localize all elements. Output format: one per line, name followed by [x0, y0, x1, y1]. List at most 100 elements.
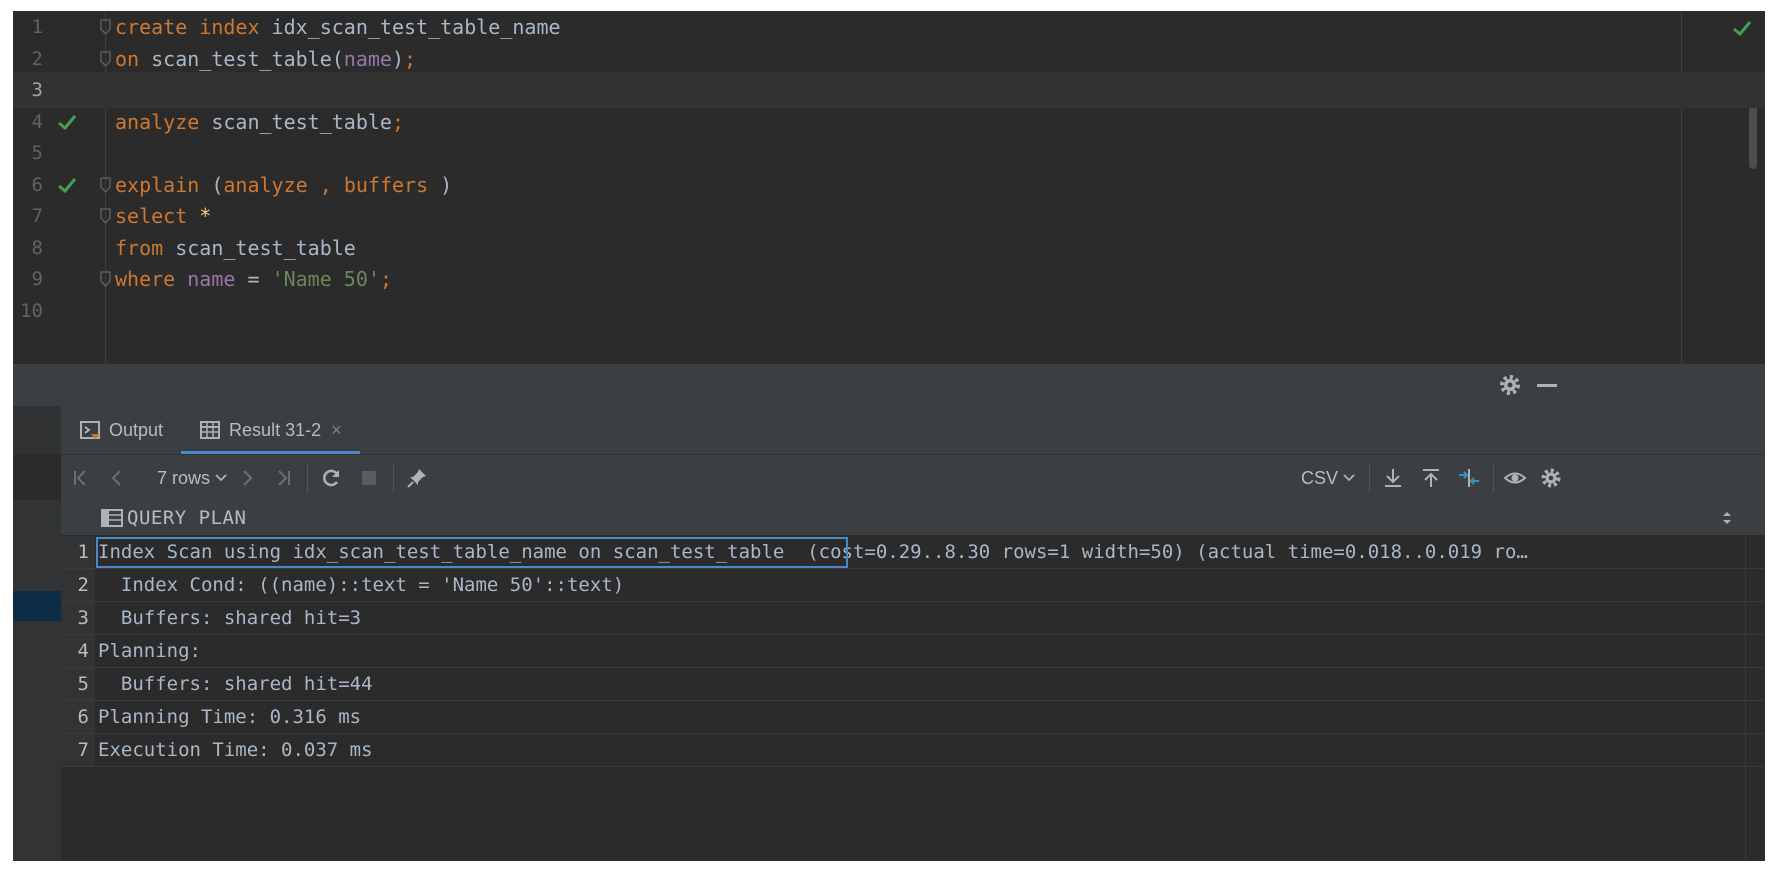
export-format: CSV — [1301, 467, 1339, 488]
next-page-icon[interactable] — [235, 466, 259, 490]
query-plan-cell[interactable]: Index Cond: ((name)::text = 'Name 50'::t… — [98, 569, 1738, 601]
table-row[interactable]: 4 Planning: — [61, 635, 1765, 668]
rows-dropdown[interactable]: 7 rows — [157, 455, 227, 501]
services-tool-window-header: Output Result 31-2 × — [13, 364, 1765, 454]
table-row[interactable]: 3 Buffers: shared hit=3 — [61, 602, 1765, 635]
code-token: name — [187, 267, 236, 291]
result-toolbar: 7 rows CSV — [61, 454, 1765, 500]
toolbar-separator — [393, 463, 394, 493]
table-row[interactable]: 7 Execution Time: 0.037 ms — [61, 734, 1765, 767]
column-header-query-plan[interactable]: QUERY PLAN — [127, 500, 246, 536]
line-number: 10 — [20, 299, 43, 322]
code-token: analyze — [223, 172, 308, 197]
query-plan-cell[interactable]: Execution Time: 0.037 ms — [98, 734, 1738, 766]
check-icon — [58, 177, 77, 193]
code-token: scan_test_table( — [139, 46, 344, 71]
query-plan-cell[interactable]: Planning Time: 0.316 ms — [98, 701, 1738, 733]
table-row[interactable]: 1 Index Scan using idx_scan_test_table_na… — [61, 536, 1765, 569]
cell-selection-highlight — [96, 537, 848, 568]
console-icon — [80, 421, 100, 439]
grid-column-border — [1745, 536, 1746, 861]
row-number[interactable]: 3 — [61, 602, 95, 634]
rows-count: 7 rows — [157, 467, 211, 488]
code-line[interactable]: 10 — [13, 293, 1765, 329]
row-number[interactable]: 6 — [61, 701, 95, 733]
pin-icon[interactable] — [405, 466, 429, 490]
row-number[interactable]: 4 — [61, 635, 95, 667]
code-token: select — [115, 204, 188, 228]
table-row[interactable]: 2 Index Cond: ((name)::text = 'Name 50':… — [61, 569, 1765, 602]
export-format-dropdown[interactable]: CSV — [1301, 455, 1355, 501]
refresh-icon[interactable] — [319, 466, 343, 490]
query-plan-cell[interactable]: Buffers: shared hit=3 — [98, 602, 1738, 634]
sql-editor[interactable]: 1 create index idx_scan_test_table_name 2 o… — [13, 11, 1765, 364]
fold-marker-icon[interactable] — [99, 18, 112, 36]
code-token: explain — [115, 172, 200, 197]
settings-gear-icon[interactable] — [1539, 466, 1563, 490]
fold-marker-icon[interactable] — [99, 176, 112, 194]
sort-icon[interactable] — [1721, 510, 1733, 526]
fold-marker-icon[interactable] — [99, 207, 112, 225]
code-token: ; — [404, 46, 417, 71]
view-icon[interactable] — [1503, 466, 1527, 490]
code-token: create — [115, 15, 188, 39]
row-number[interactable]: 1 — [61, 536, 95, 568]
code-token: analyze — [115, 109, 200, 134]
code-token: ( — [199, 172, 224, 197]
minimize-icon[interactable] — [1537, 384, 1557, 387]
tab-output-label: Output — [109, 419, 164, 440]
code-token: buffers — [343, 172, 429, 197]
code-token: on — [115, 46, 140, 71]
gear-icon[interactable] — [1497, 372, 1523, 398]
download-icon[interactable] — [1381, 466, 1405, 490]
tab-result-label: Result 31-2 — [229, 419, 322, 440]
grid-left-marker — [13, 591, 61, 621]
code-token: ; — [379, 267, 392, 291]
code-token: ) — [428, 172, 453, 197]
fold-marker-icon[interactable] — [99, 50, 112, 68]
chevron-down-icon — [215, 474, 227, 482]
last-page-icon[interactable] — [271, 466, 295, 490]
tab-result[interactable]: Result 31-2 × — [181, 406, 360, 454]
first-page-icon[interactable] — [69, 466, 93, 490]
table-row[interactable]: 6 Planning Time: 0.316 ms — [61, 701, 1765, 734]
query-plan-cell[interactable]: Planning: — [98, 635, 1738, 667]
toolbar-separator — [307, 463, 308, 493]
result-tabs: Output Result 31-2 × — [61, 406, 360, 454]
tab-output[interactable]: Output — [61, 406, 181, 454]
code-token: * — [199, 204, 212, 228]
chevron-down-icon — [1343, 474, 1355, 482]
query-plan-cell[interactable]: Buffers: shared hit=44 — [98, 668, 1738, 700]
code-token: = — [235, 267, 272, 291]
table-row[interactable]: 5 Buffers: shared hit=44 — [61, 668, 1765, 701]
stop-icon[interactable] — [357, 466, 381, 490]
code-token: where — [115, 267, 176, 291]
previous-page-icon[interactable] — [105, 466, 129, 490]
toolbar-separator — [1369, 463, 1370, 493]
row-number[interactable]: 7 — [61, 734, 95, 766]
toolbar-separator — [1493, 463, 1494, 493]
column-icon — [101, 509, 123, 527]
check-icon — [58, 114, 77, 130]
fold-marker-icon[interactable] — [99, 270, 112, 288]
upload-icon[interactable] — [1419, 466, 1443, 490]
code-token: ; — [391, 109, 404, 134]
close-icon[interactable]: × — [331, 420, 342, 441]
row-number[interactable]: 5 — [61, 668, 95, 700]
result-grid[interactable]: QUERY PLAN 1 Index Scan using idx_scan_te… — [61, 500, 1765, 861]
code-token: idx_scan_test_table_name — [259, 15, 561, 39]
row-number[interactable]: 2 — [61, 569, 95, 601]
code-token: index — [199, 15, 260, 39]
table-icon — [200, 421, 221, 439]
code-token: name — [343, 46, 392, 71]
grid-left-strip — [13, 500, 61, 861]
code-token: scan_test_table — [163, 235, 356, 260]
compare-icon[interactable] — [1457, 466, 1481, 490]
tool-window-left-strip — [13, 406, 61, 454]
code-token: scan_test_table — [199, 109, 392, 134]
